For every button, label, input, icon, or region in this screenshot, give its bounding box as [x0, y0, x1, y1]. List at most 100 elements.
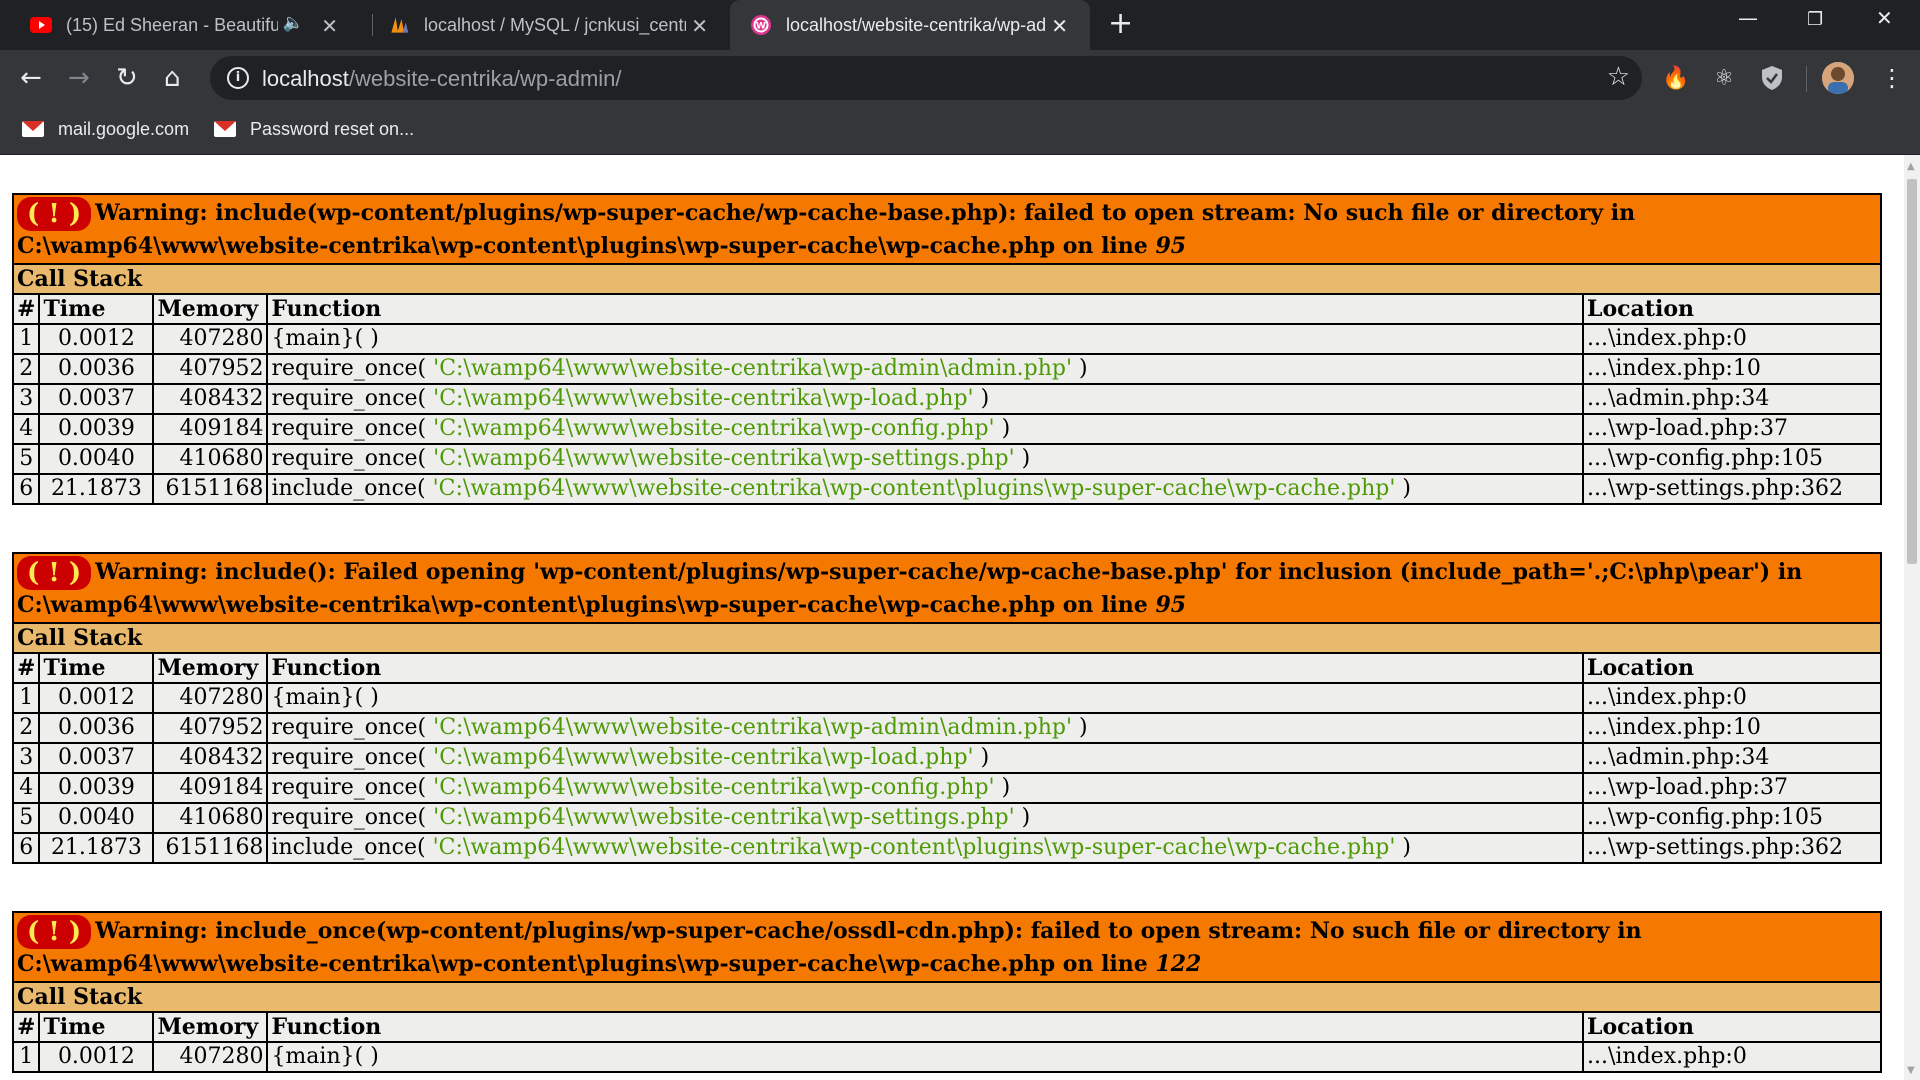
atom-extension-icon[interactable]: ⚛	[1710, 64, 1738, 92]
function-argument: 'C:\wamp64\www\website-centrika\wp-confi…	[433, 775, 995, 800]
toolbar-divider	[1806, 66, 1807, 92]
forward-icon[interactable]: →	[68, 63, 90, 93]
col-time: Time	[38, 293, 155, 325]
warning-header: ( ! ) Warning: include_once(wp-content/pl…	[12, 911, 1882, 983]
tab-title: localhost/website-centrika/wp-ad	[786, 14, 1047, 35]
tab-phpmyadmin[interactable]: localhost / MySQL / jcnkusi_centr ✕	[360, 0, 730, 50]
url-path: /website-centrika/wp-admin/	[348, 66, 622, 91]
warning-message: Warning: include(): Failed opening 'wp-c…	[17, 559, 1803, 618]
frame-time: 21.1873	[38, 832, 155, 864]
gmail-icon	[214, 121, 236, 137]
function-argument: 'C:\wamp64\www\website-centrika\wp-admin…	[433, 356, 1073, 381]
shield-extension-icon[interactable]	[1758, 64, 1786, 92]
function-name: {main}( )	[271, 326, 379, 351]
url-text[interactable]: localhost/website-centrika/wp-admin/	[262, 66, 622, 92]
frame-memory: 6151168	[152, 473, 269, 505]
close-tab-icon[interactable]: ✕	[691, 14, 708, 39]
function-name: require_once(	[271, 416, 434, 441]
frame-location: ...\wp-settings.php:362	[1582, 832, 1882, 864]
col-memory: Memory	[152, 652, 269, 684]
function-name: include_once(	[271, 476, 433, 501]
bookmark-star-icon[interactable]: ☆	[1607, 62, 1630, 92]
scrollbar-thumb[interactable]	[1907, 179, 1917, 564]
tab-wordpress-active[interactable]: W localhost/website-centrika/wp-ad ✕	[730, 0, 1090, 50]
frame-function: require_once( 'C:\wamp64\www\website-cen…	[266, 353, 1584, 385]
function-name: require_once(	[271, 356, 434, 381]
warning-line-number: 122	[1155, 951, 1202, 977]
frame-function: require_once( 'C:\wamp64\www\website-cen…	[266, 712, 1584, 744]
table-row: 1 0.0012 407280 {main}( ) ...\index.php:0	[11, 323, 1882, 355]
new-tab-button[interactable]: +	[1108, 9, 1133, 39]
close-window-icon[interactable]: ✕	[1876, 6, 1893, 30]
function-argument: 'C:\wamp64\www\website-centrika\wp-setti…	[433, 446, 1015, 471]
function-close: )	[1072, 356, 1088, 381]
frame-memory: 407280	[152, 682, 269, 714]
bookmark-password-reset[interactable]: Password reset on...	[214, 116, 414, 142]
restore-icon[interactable]: ❐	[1807, 9, 1823, 30]
warning-message: Warning: include_once(wp-content/plugins…	[17, 918, 1642, 977]
gmail-icon	[22, 121, 44, 137]
frame-memory: 407952	[152, 712, 269, 744]
minimize-icon[interactable]: —	[1738, 6, 1758, 30]
frame-number: 4	[11, 413, 41, 445]
frame-memory: 407280	[152, 323, 269, 355]
function-name: require_once(	[271, 745, 434, 770]
menu-kebab-icon[interactable]: ⋮	[1880, 63, 1904, 93]
function-argument: 'C:\wamp64\www\website-centrika\wp-load.…	[433, 386, 974, 411]
frame-time: 0.0036	[38, 353, 155, 385]
frame-location: ...\wp-load.php:37	[1582, 772, 1882, 804]
tab-strip: (15) Ed Sheeran - Beautiful Pe 🔈 ✕ local…	[0, 0, 1920, 50]
back-icon[interactable]: ←	[20, 63, 42, 93]
frame-function: {main}( )	[266, 1041, 1584, 1073]
frame-memory: 409184	[152, 413, 269, 445]
table-row: 6 21.1873 6151168 include_once( 'C:\wamp64\…	[11, 473, 1882, 505]
frame-function: require_once( 'C:\wamp64\www\website-cen…	[266, 383, 1584, 415]
speaker-icon[interactable]: 🔈	[283, 13, 304, 33]
frame-time: 0.0040	[38, 443, 155, 475]
frame-memory: 409184	[152, 772, 269, 804]
frame-time: 0.0039	[38, 413, 155, 445]
close-tab-icon[interactable]: ✕	[1051, 14, 1068, 39]
flame-extension-icon[interactable]: 🔥	[1662, 64, 1690, 92]
function-argument: 'C:\wamp64\www\website-centrika\wp-setti…	[433, 805, 1015, 830]
function-close: )	[973, 745, 990, 770]
bookmark-gmail[interactable]: mail.google.com	[22, 116, 189, 142]
frame-function: include_once( 'C:\wamp64\www\website-cen…	[266, 832, 1584, 864]
function-name: {main}( )	[271, 685, 379, 710]
col-num: #	[11, 652, 41, 684]
frame-location: ...\admin.php:34	[1582, 742, 1882, 774]
frame-location: ...\admin.php:34	[1582, 383, 1882, 415]
function-close: )	[994, 416, 1011, 441]
scroll-down-icon[interactable]: ▼	[1907, 1065, 1915, 1076]
frame-location: ...\wp-config.php:105	[1582, 802, 1882, 834]
frame-function: require_once( 'C:\wamp64\www\website-cen…	[266, 443, 1584, 475]
tab-youtube[interactable]: (15) Ed Sheeran - Beautiful Pe 🔈 ✕	[0, 0, 360, 50]
frame-location: ...\index.php:0	[1582, 323, 1882, 355]
frame-time: 0.0039	[38, 772, 155, 804]
frame-number: 4	[11, 772, 41, 804]
frame-number: 5	[11, 443, 41, 475]
frame-function: require_once( 'C:\wamp64\www\website-cen…	[266, 772, 1584, 804]
frame-number: 2	[11, 353, 41, 385]
avatar[interactable]	[1822, 62, 1854, 94]
function-name: require_once(	[271, 386, 434, 411]
url-host: localhost	[262, 66, 349, 91]
frame-time: 0.0012	[38, 682, 155, 714]
col-time: Time	[38, 652, 155, 684]
frame-location: ...\wp-load.php:37	[1582, 413, 1882, 445]
site-info-icon[interactable]: i	[227, 67, 249, 89]
col-function: Function	[266, 293, 1584, 325]
table-row: 1 0.0012 407280 {main}( ) ...\index.php:0	[11, 1041, 1882, 1073]
address-bar[interactable]: i localhost/website-centrika/wp-admin/ ☆	[210, 56, 1642, 100]
reload-icon[interactable]: ↻	[116, 63, 138, 93]
home-icon[interactable]: ⌂	[164, 63, 181, 93]
scroll-up-icon[interactable]: ▲	[1907, 161, 1915, 172]
col-location: Location	[1582, 652, 1882, 684]
close-tab-icon[interactable]: ✕	[321, 14, 338, 39]
scrollbar[interactable]: ▲ ▼	[1904, 155, 1920, 1080]
bookmarks-bar: mail.google.com Password reset on...	[0, 106, 1920, 155]
frame-number: 6	[11, 832, 41, 864]
function-name: require_once(	[271, 446, 434, 471]
function-close: )	[994, 775, 1011, 800]
page-content: ( ! ) Warning: include(wp-content/plugins…	[0, 155, 1904, 1080]
